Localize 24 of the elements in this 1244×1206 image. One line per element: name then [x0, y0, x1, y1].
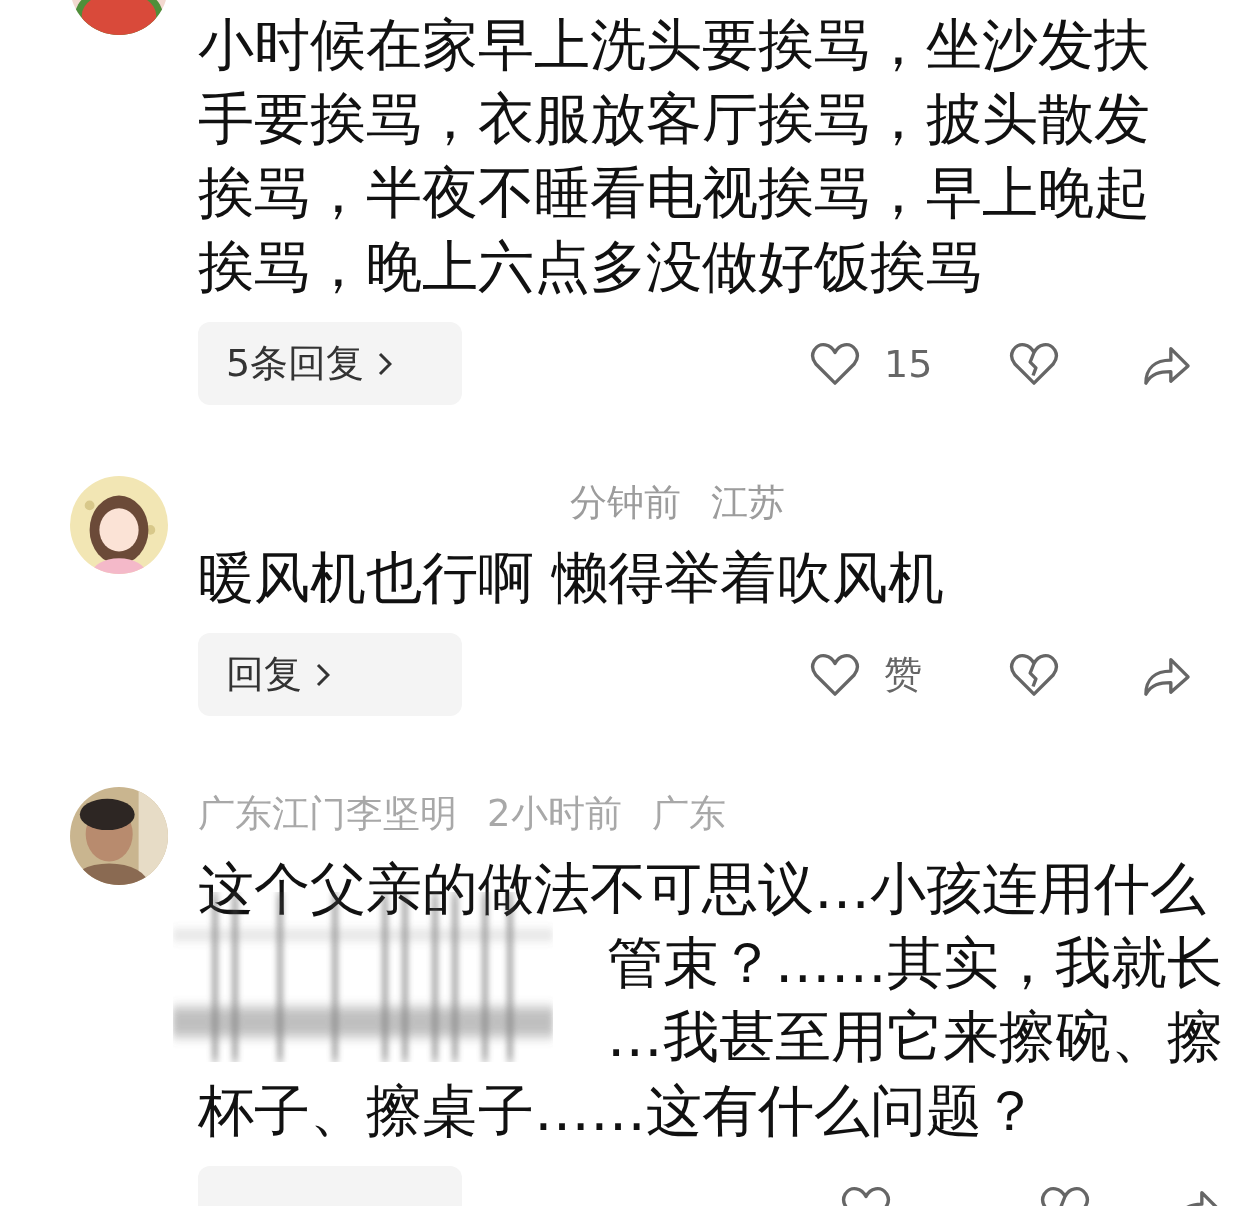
broken-heart-icon[interactable] [1009, 651, 1059, 698]
comment-meta: 广东 [651, 792, 726, 836]
comment-text: 手要挨骂，衣服放客厅挨骂，披头散发 [198, 86, 1150, 151]
replies-button[interactable]: 5条回复 [198, 322, 462, 405]
comment-meta: 江苏 [711, 481, 785, 525]
heart-icon[interactable] [810, 340, 860, 387]
comment-text: 杯子、擦桌子……这有什么问题？ [198, 1078, 1038, 1143]
comment-text: 挨骂，半夜不睡看电视挨骂，早上晚起 [198, 160, 1150, 225]
replies-button[interactable]: 回复 [198, 633, 462, 716]
comment-meta: 分钟前 [570, 481, 681, 525]
heart-icon[interactable] [810, 651, 860, 698]
comment-text: …我甚至用它来擦碗、擦 [606, 1004, 1223, 1069]
like-count: 15 [884, 341, 933, 386]
comment-text: 小时候在家早上洗头要挨骂，坐沙发扶 [198, 12, 1150, 77]
broken-heart-icon[interactable] [1009, 340, 1059, 387]
like-count: 赞 [884, 651, 922, 698]
chevron-icon [316, 662, 330, 687]
comment-meta: 广东江门李坚明 [198, 792, 457, 836]
chevron-icon [378, 351, 393, 376]
comment-text: 这个父亲的做法不可思议…小孩连用什么 [198, 856, 1206, 921]
comment-text: 挨骂，晚上六点多没做好饭挨骂 [198, 234, 982, 299]
comment-text: 暖风机也行啊 懒得举着吹风机 [198, 545, 944, 610]
comment-text: 管束？……其实，我就长 [606, 930, 1223, 995]
comment-meta: 2小时前 [487, 792, 622, 836]
